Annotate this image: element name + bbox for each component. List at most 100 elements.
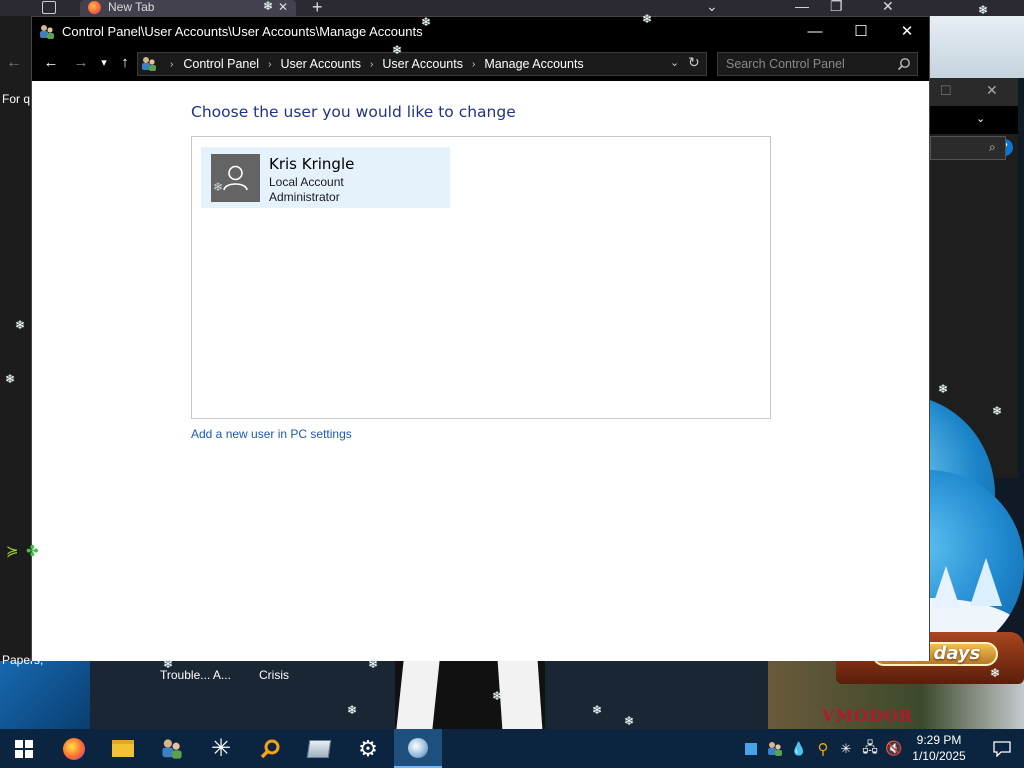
action-center-button[interactable] <box>980 729 1024 768</box>
close-button[interactable]: ✕ <box>884 17 930 47</box>
tray-people[interactable] <box>765 729 785 768</box>
chevron-right-icon[interactable]: › <box>472 59 475 70</box>
background-right-titlebar: ☐ ✕ <box>930 78 1018 106</box>
page-title: Choose the user you would like to change <box>191 103 516 121</box>
user-accounts-icon <box>768 741 782 756</box>
close-tab-icon[interactable]: ✕ <box>278 0 288 14</box>
breadcrumb-user-accounts-sub[interactable]: User Accounts <box>382 57 463 71</box>
magnifier-icon: ⚲ <box>817 740 829 758</box>
content-area: Choose the user you would like to change… <box>32 81 929 661</box>
background-partial-text: For q <box>2 92 31 106</box>
snowflake-icon: ❄ <box>592 703 603 717</box>
tree-icon <box>970 558 1002 606</box>
control-panel-icon <box>408 737 428 758</box>
snowflake-icon: ❄ <box>642 12 653 26</box>
desktop-wallpaper-stripe <box>497 661 543 729</box>
window-titlebar[interactable]: Control Panel\User Accounts\User Account… <box>32 17 929 47</box>
tray-volume[interactable]: 🔇 <box>884 729 904 768</box>
account-role: Administrator <box>269 190 340 204</box>
taskbar-file-explorer[interactable] <box>99 729 147 768</box>
background-left-window: ← For q <box>0 16 31 661</box>
tray-search[interactable]: ⚲ <box>813 729 833 768</box>
taskbar-people-app[interactable] <box>148 729 196 768</box>
folder-icon <box>112 740 134 757</box>
start-button[interactable] <box>0 729 48 768</box>
tray-app-square[interactable] <box>742 729 760 768</box>
chevron-right-icon[interactable]: › <box>268 59 271 70</box>
recent-locations-dropdown[interactable]: ▾ <box>94 53 114 73</box>
firefox-tab-icon <box>88 1 101 14</box>
minimize-icon[interactable]: — <box>795 0 809 14</box>
taskbar-search-app[interactable] <box>246 729 294 768</box>
maximize-button[interactable]: ☐ <box>838 17 884 47</box>
user-accounts-icon <box>162 738 182 759</box>
close-icon: ✕ <box>986 82 998 98</box>
background-wallpaper-corner <box>930 16 1024 78</box>
desktop-icon-label[interactable]: Crisis <box>259 668 289 682</box>
background-browser-tabstrip: New Tab ✕ + ⌄ — ❐ ✕ <box>0 0 1024 17</box>
user-accounts-icon <box>142 57 156 71</box>
taskbar-control-panel[interactable] <box>394 729 442 768</box>
restore-icon[interactable]: ❐ <box>830 0 843 15</box>
breadcrumb-manage-accounts[interactable]: Manage Accounts <box>484 57 583 71</box>
water-drop-icon: 💧 <box>790 740 808 756</box>
refresh-icon[interactable]: ↻ <box>688 54 700 71</box>
account-name: Kris Kringle <box>269 155 355 173</box>
taskbar-clock[interactable]: 9:29 PM 1/10/2025 <box>908 732 970 764</box>
chevron-down-icon: ⌄ <box>976 113 986 125</box>
navigation-bar: ← → ▾ ↑ › Control Panel › User Accounts … <box>32 47 929 81</box>
clock-time: 9:29 PM <box>916 733 962 747</box>
chevron-right-icon[interactable]: › <box>370 59 373 70</box>
chevron-down-icon[interactable]: ⌄ <box>670 56 679 69</box>
snowflake-icon: ❄ <box>624 714 635 728</box>
holly-icon[interactable]: ✤ <box>26 542 39 560</box>
taskbar-snowflake-app[interactable]: ✳ <box>197 729 245 768</box>
breadcrumb-user-accounts[interactable]: User Accounts <box>280 57 361 71</box>
firefox-icon <box>63 737 85 760</box>
magnifier-icon <box>260 739 280 758</box>
snowflake-icon: ❄ <box>392 43 403 57</box>
close-icon[interactable]: ✕ <box>882 0 894 15</box>
control-panel-window: Control Panel\User Accounts\User Account… <box>31 16 930 661</box>
taskbar-firefox[interactable] <box>50 729 98 768</box>
up-button[interactable]: ↑ <box>115 53 135 73</box>
snowflake-icon: ❄ <box>492 689 503 703</box>
search-placeholder: Search Control Panel <box>726 57 845 71</box>
forward-button[interactable]: → <box>71 53 91 73</box>
snowflake-icon: ❄ <box>213 180 224 194</box>
chevron-right-icon[interactable]: › <box>170 59 173 70</box>
square-icon <box>745 742 757 755</box>
wallpaper-text: VMODOR <box>822 706 914 725</box>
user-accounts-icon <box>40 25 54 39</box>
snowflake-icon: ❄ <box>992 404 1003 418</box>
minimize-button[interactable]: — <box>792 17 838 47</box>
snowflake-icon: ❄ <box>263 0 274 13</box>
snowflake-icon: ❄ <box>368 657 379 671</box>
snowflake-icon: ❄ <box>5 372 16 386</box>
search-icon[interactable] <box>897 57 911 71</box>
tab-list-icon <box>42 1 56 14</box>
taskbar-tablet-app[interactable] <box>295 729 343 768</box>
arrow-icon[interactable]: ≽ <box>6 542 19 560</box>
volume-muted-icon: 🔇 <box>885 740 903 756</box>
tray-drop[interactable]: 💧 <box>790 729 808 768</box>
snowflake-icon: ❄ <box>990 666 1001 680</box>
address-bar[interactable]: › Control Panel › User Accounts › User A… <box>137 52 707 76</box>
back-button[interactable]: ← <box>41 53 61 73</box>
background-right-toolbar: ⌄ ? <box>930 106 1018 156</box>
breadcrumb: › Control Panel › User Accounts › User A… <box>162 57 584 71</box>
tree-icon <box>932 566 960 608</box>
add-new-user-link[interactable]: Add a new user in PC settings <box>191 427 352 441</box>
tray-network[interactable]: 🖧 <box>860 729 880 768</box>
breadcrumb-control-panel[interactable]: Control Panel <box>183 57 259 71</box>
snowflake-icon: ❄ <box>938 382 949 396</box>
chevron-down-icon[interactable]: ⌄ <box>706 0 718 15</box>
account-tile-kris-kringle[interactable]: Kris Kringle Local Account Administrator <box>201 147 450 208</box>
tray-snowflake[interactable]: ✳ <box>836 729 856 768</box>
browser-tab-title: New Tab <box>108 0 155 14</box>
asterisk-icon: ✳ <box>210 735 232 762</box>
taskbar-settings[interactable]: ⚙ <box>344 729 392 768</box>
notification-icon <box>993 740 1011 757</box>
search-input[interactable]: Search Control Panel <box>717 52 918 76</box>
asterisk-icon: ✳ <box>840 740 852 756</box>
